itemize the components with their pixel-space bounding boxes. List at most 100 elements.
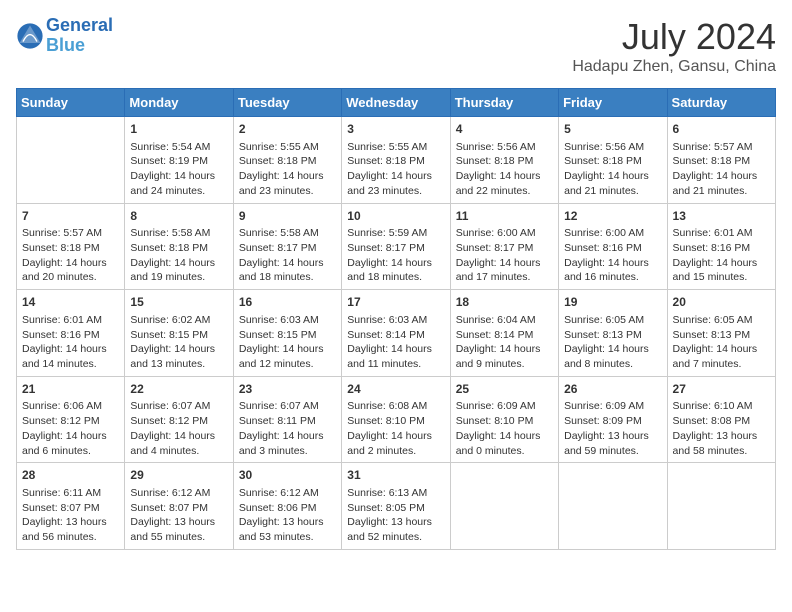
cell-text: Daylight: 14 hours [130, 256, 227, 271]
cell-text: Sunrise: 5:57 AM [22, 226, 119, 241]
cell-text: Daylight: 13 hours [564, 429, 661, 444]
day-number: 26 [564, 381, 661, 398]
cell-text: and 17 minutes. [456, 270, 553, 285]
cell-text: Daylight: 14 hours [239, 342, 336, 357]
cell-text: Sunrise: 6:09 AM [456, 399, 553, 414]
cell-text: Sunset: 8:17 PM [239, 241, 336, 256]
cell-text: Daylight: 14 hours [130, 342, 227, 357]
day-number: 15 [130, 294, 227, 311]
cell-text: and 20 minutes. [22, 270, 119, 285]
day-number: 12 [564, 208, 661, 225]
cell-text: Sunrise: 6:02 AM [130, 313, 227, 328]
cell-text: Sunset: 8:14 PM [456, 328, 553, 343]
cell-text: and 19 minutes. [130, 270, 227, 285]
cell-text: and 12 minutes. [239, 357, 336, 372]
day-number: 10 [347, 208, 444, 225]
cell-text: Sunrise: 6:10 AM [673, 399, 770, 414]
calendar-cell: 20Sunrise: 6:05 AMSunset: 8:13 PMDayligh… [667, 290, 775, 377]
cell-text: and 56 minutes. [22, 530, 119, 545]
logo-icon [16, 22, 44, 50]
cell-text: Sunrise: 6:00 AM [564, 226, 661, 241]
cell-text: Daylight: 14 hours [239, 256, 336, 271]
cell-text: Sunset: 8:12 PM [130, 414, 227, 429]
cell-text: Sunrise: 6:04 AM [456, 313, 553, 328]
cell-text: Daylight: 13 hours [347, 515, 444, 530]
calendar-cell: 10Sunrise: 5:59 AMSunset: 8:17 PMDayligh… [342, 203, 450, 290]
cell-text: Daylight: 14 hours [130, 429, 227, 444]
calendar-week-2: 7Sunrise: 5:57 AMSunset: 8:18 PMDaylight… [17, 203, 776, 290]
cell-text: Sunset: 8:13 PM [564, 328, 661, 343]
cell-text: Daylight: 14 hours [347, 342, 444, 357]
day-number: 27 [673, 381, 770, 398]
cell-text: Daylight: 14 hours [239, 169, 336, 184]
day-number: 28 [22, 467, 119, 484]
cell-text: Daylight: 14 hours [22, 429, 119, 444]
cell-text: and 18 minutes. [347, 270, 444, 285]
cell-text: and 59 minutes. [564, 444, 661, 459]
day-number: 3 [347, 121, 444, 138]
day-number: 23 [239, 381, 336, 398]
cell-text: and 22 minutes. [456, 184, 553, 199]
day-number: 13 [673, 208, 770, 225]
cell-text: Daylight: 14 hours [22, 342, 119, 357]
cell-text: Sunset: 8:15 PM [239, 328, 336, 343]
cell-text: Sunrise: 6:01 AM [22, 313, 119, 328]
cell-text: Daylight: 14 hours [456, 429, 553, 444]
cell-text: Daylight: 13 hours [673, 429, 770, 444]
day-number: 20 [673, 294, 770, 311]
cell-text: Sunset: 8:06 PM [239, 501, 336, 516]
calendar-cell: 25Sunrise: 6:09 AMSunset: 8:10 PMDayligh… [450, 376, 558, 463]
cell-text: Sunrise: 6:08 AM [347, 399, 444, 414]
cell-text: and 53 minutes. [239, 530, 336, 545]
cell-text: Sunrise: 6:05 AM [673, 313, 770, 328]
cell-text: Sunset: 8:19 PM [130, 154, 227, 169]
cell-text: and 11 minutes. [347, 357, 444, 372]
cell-text: Sunset: 8:10 PM [347, 414, 444, 429]
day-number: 19 [564, 294, 661, 311]
day-number: 29 [130, 467, 227, 484]
cell-text: Sunset: 8:16 PM [22, 328, 119, 343]
day-header-wednesday: Wednesday [342, 89, 450, 117]
calendar-cell: 13Sunrise: 6:01 AMSunset: 8:16 PMDayligh… [667, 203, 775, 290]
cell-text: Daylight: 13 hours [130, 515, 227, 530]
cell-text: Daylight: 14 hours [347, 429, 444, 444]
cell-text: and 15 minutes. [673, 270, 770, 285]
day-header-thursday: Thursday [450, 89, 558, 117]
cell-text: Sunrise: 6:11 AM [22, 486, 119, 501]
cell-text: and 0 minutes. [456, 444, 553, 459]
cell-text: Sunset: 8:17 PM [347, 241, 444, 256]
calendar-cell: 31Sunrise: 6:13 AMSunset: 8:05 PMDayligh… [342, 463, 450, 550]
cell-text: Daylight: 14 hours [347, 256, 444, 271]
calendar-cell: 19Sunrise: 6:05 AMSunset: 8:13 PMDayligh… [559, 290, 667, 377]
calendar-cell: 18Sunrise: 6:04 AMSunset: 8:14 PMDayligh… [450, 290, 558, 377]
cell-text: Sunrise: 6:06 AM [22, 399, 119, 414]
cell-text: Sunrise: 5:55 AM [239, 140, 336, 155]
calendar-week-1: 1Sunrise: 5:54 AMSunset: 8:19 PMDaylight… [17, 117, 776, 204]
cell-text: Sunset: 8:16 PM [673, 241, 770, 256]
location: Hadapu Zhen, Gansu, China [572, 58, 776, 76]
cell-text: and 23 minutes. [239, 184, 336, 199]
cell-text: Sunrise: 5:58 AM [130, 226, 227, 241]
day-number: 24 [347, 381, 444, 398]
cell-text: and 52 minutes. [347, 530, 444, 545]
calendar-cell [559, 463, 667, 550]
cell-text: and 7 minutes. [673, 357, 770, 372]
calendar-cell: 6Sunrise: 5:57 AMSunset: 8:18 PMDaylight… [667, 117, 775, 204]
calendar-week-5: 28Sunrise: 6:11 AMSunset: 8:07 PMDayligh… [17, 463, 776, 550]
calendar-week-4: 21Sunrise: 6:06 AMSunset: 8:12 PMDayligh… [17, 376, 776, 463]
day-header-sunday: Sunday [17, 89, 125, 117]
calendar-cell: 17Sunrise: 6:03 AMSunset: 8:14 PMDayligh… [342, 290, 450, 377]
cell-text: and 14 minutes. [22, 357, 119, 372]
calendar-cell: 5Sunrise: 5:56 AMSunset: 8:18 PMDaylight… [559, 117, 667, 204]
cell-text: Daylight: 14 hours [564, 169, 661, 184]
day-number: 16 [239, 294, 336, 311]
cell-text: Sunset: 8:11 PM [239, 414, 336, 429]
calendar-cell: 27Sunrise: 6:10 AMSunset: 8:08 PMDayligh… [667, 376, 775, 463]
month-year: July 2024 [572, 16, 776, 58]
cell-text: and 24 minutes. [130, 184, 227, 199]
cell-text: Daylight: 14 hours [347, 169, 444, 184]
cell-text: Daylight: 14 hours [456, 342, 553, 357]
calendar-table: SundayMondayTuesdayWednesdayThursdayFrid… [16, 88, 776, 550]
cell-text: Daylight: 14 hours [673, 169, 770, 184]
calendar-cell: 9Sunrise: 5:58 AMSunset: 8:17 PMDaylight… [233, 203, 341, 290]
